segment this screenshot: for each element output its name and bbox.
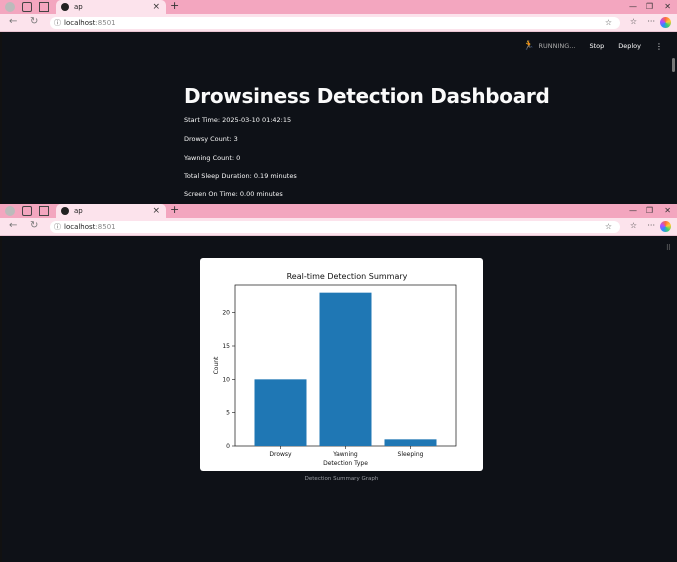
y-tick-label: 0 (226, 443, 230, 450)
x-tick-label: Yawning (332, 451, 358, 458)
back-icon[interactable]: ← (9, 220, 17, 231)
new-tab-icon[interactable]: + (170, 204, 179, 216)
browser-tab[interactable]: ap × (56, 204, 166, 218)
y-tick-label: 15 (222, 343, 230, 350)
tab-title: ap (74, 207, 83, 215)
running-figure-icon: 🏃 (523, 41, 535, 51)
tab-actions-icon[interactable] (39, 206, 49, 216)
app-content: ⠿ Real-time Detection Summary 0 5 10 15 20 D… (0, 236, 677, 562)
app-content: 🏃 RUNNING... Stop Deploy ⋮ Drowsiness De… (0, 32, 677, 204)
tab-strip: ap × + — ❐ ✕ (0, 0, 677, 14)
browser-window-bottom: ap × + — ❐ ✕ ← ↻ ⓘ localhost:8501 ☆ ☆ ··… (0, 204, 677, 562)
running-status: 🏃 RUNNING... (523, 41, 575, 51)
stop-button[interactable]: Stop (589, 42, 604, 50)
url-port: :8501 (95, 223, 116, 231)
y-axis-label: Count (213, 356, 220, 374)
site-info-icon[interactable]: ⓘ (54, 17, 61, 29)
close-tab-icon[interactable]: × (152, 204, 160, 218)
address-bar[interactable]: ⓘ localhost:8501 ☆ (50, 221, 620, 233)
minimize-icon[interactable]: — (629, 0, 637, 14)
bar-drowsy (254, 379, 307, 446)
copilot-icon[interactable] (660, 17, 671, 28)
main-menu-icon[interactable]: ⋮ (655, 42, 663, 51)
tab-actions-icon[interactable] (39, 2, 49, 12)
chart-title: Real-time Detection Summary (287, 272, 408, 281)
favorite-star-icon[interactable]: ☆ (605, 221, 612, 233)
tab-strip: ap × + — ❐ ✕ (0, 204, 677, 218)
stat-screen-on-time: Screen On Time: 0.00 minutes (184, 190, 283, 198)
element-toolbar-icon[interactable]: ⠿ (666, 244, 671, 252)
restore-icon[interactable]: ❐ (646, 0, 653, 14)
tab-title: ap (74, 3, 83, 11)
new-tab-icon[interactable]: + (170, 0, 179, 12)
favorite-star-icon[interactable]: ☆ (605, 17, 612, 29)
back-icon[interactable]: ← (9, 16, 17, 27)
app-header: 🏃 RUNNING... Stop Deploy ⋮ (523, 41, 663, 51)
restore-icon[interactable]: ❐ (646, 204, 653, 218)
close-window-icon[interactable]: ✕ (664, 0, 671, 14)
y-tick-label: 5 (226, 410, 230, 417)
browser-tab[interactable]: ap × (56, 0, 166, 14)
minimize-icon[interactable]: — (629, 204, 637, 218)
chart-caption: Detection Summary Graph (304, 476, 379, 482)
collections-icon[interactable] (22, 206, 32, 216)
x-tick-label: Sleeping (398, 451, 424, 458)
tab-favicon-icon (61, 3, 69, 11)
copilot-icon[interactable] (660, 221, 671, 232)
profile-icon[interactable] (5, 206, 15, 216)
y-tick-label: 10 (222, 376, 230, 383)
stat-yawning-count: Yawning Count: 0 (184, 154, 241, 162)
url-host: localhost (64, 223, 96, 231)
close-tab-icon[interactable]: × (152, 0, 160, 14)
more-menu-icon[interactable]: ··· (647, 221, 655, 230)
browser-window-top: ap × + — ❐ ✕ ← ↻ ⓘ localhost:8501 ☆ ☆ ··… (0, 0, 677, 204)
url-port: :8501 (95, 19, 116, 27)
stat-start-time: Start Time: 2025-03-10 01:42:15 (184, 116, 292, 124)
page-title: Drowsiness Detection Dashboard (184, 84, 550, 108)
x-tick-label: Drowsy (269, 451, 292, 458)
address-bar[interactable]: ⓘ localhost:8501 ☆ (50, 17, 620, 29)
chart-card: Real-time Detection Summary 0 5 10 15 20 Dro… (200, 258, 483, 471)
address-toolbar: ← ↻ ⓘ localhost:8501 ☆ ☆ ··· (0, 218, 677, 236)
close-window-icon[interactable]: ✕ (664, 204, 671, 218)
refresh-icon[interactable]: ↻ (30, 220, 38, 231)
running-label: RUNNING... (538, 42, 576, 50)
address-toolbar: ← ↻ ⓘ localhost:8501 ☆ ☆ ··· (0, 14, 677, 32)
favorites-icon[interactable]: ☆ (630, 221, 637, 230)
site-info-icon[interactable]: ⓘ (54, 221, 61, 233)
x-axis-label: Detection Type (323, 460, 368, 467)
tab-favicon-icon (61, 207, 69, 215)
stat-sleep-duration: Total Sleep Duration: 0.19 minutes (184, 172, 297, 180)
favorites-icon[interactable]: ☆ (630, 17, 637, 26)
bar-chart: Real-time Detection Summary 0 5 10 15 20 Dro… (213, 272, 457, 467)
collections-icon[interactable] (22, 2, 32, 12)
refresh-icon[interactable]: ↻ (30, 16, 38, 27)
url-host: localhost (64, 19, 96, 27)
more-menu-icon[interactable]: ··· (647, 17, 655, 26)
deploy-button[interactable]: Deploy (618, 42, 641, 50)
y-tick-label: 20 (222, 310, 230, 317)
profile-icon[interactable] (5, 2, 15, 12)
stat-drowsy-count: Drowsy Count: 3 (184, 135, 238, 143)
bar-yawning (319, 292, 372, 446)
bar-sleeping (384, 439, 437, 446)
scrollbar[interactable] (672, 58, 675, 72)
